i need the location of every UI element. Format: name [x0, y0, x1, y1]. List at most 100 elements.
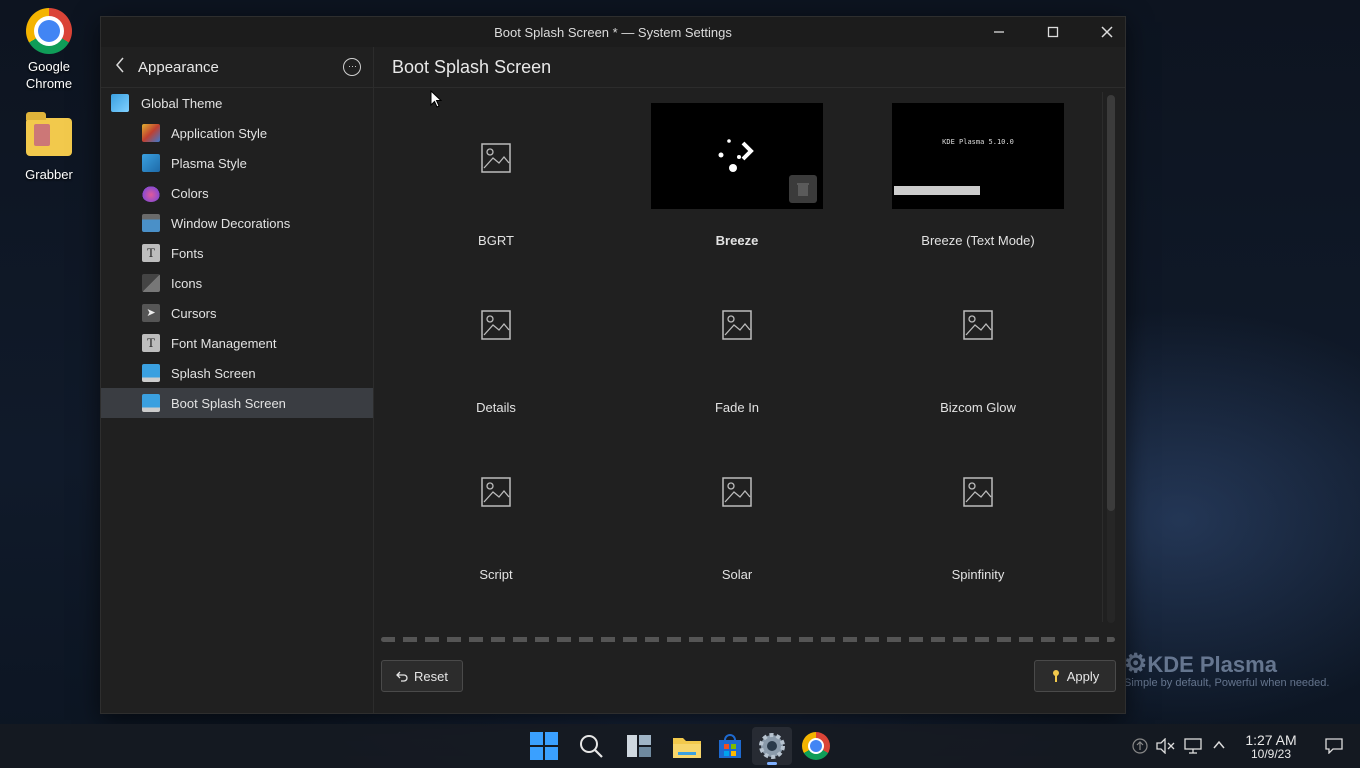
theme-tile-solar[interactable]: Solar — [615, 437, 815, 597]
desktop-icon-google-chrome[interactable]: Google Chrome — [9, 8, 89, 92]
more-options-icon[interactable]: ⋯ — [343, 58, 361, 76]
minimize-icon — [994, 31, 1004, 33]
system-settings-icon — [759, 733, 785, 759]
plasma-style-icon — [142, 154, 160, 172]
image-placeholder-icon — [481, 477, 511, 507]
sidebar-item-label: Application Style — [171, 126, 268, 141]
desktop-icon-label: Grabber — [25, 167, 73, 182]
file-explorer-icon[interactable] — [672, 732, 701, 760]
theme-label: BGRT — [478, 233, 514, 248]
chrome-icon[interactable] — [802, 732, 830, 760]
theme-tile-bgrt[interactable]: BGRT — [374, 103, 574, 263]
global-theme-icon — [111, 94, 129, 112]
window-decorations-icon — [142, 214, 160, 232]
tray-arrow-up-icon[interactable] — [1132, 738, 1148, 757]
sidebar-item-label: Colors — [171, 186, 209, 201]
sidebar-item-label: Fonts — [171, 246, 204, 261]
sidebar-item-global-theme[interactable]: Global Theme — [101, 88, 373, 118]
clock-date: 10/9/23 — [1250, 747, 1292, 761]
sidebar-item-window-decorations[interactable]: Window Decorations — [101, 208, 373, 238]
notification-icon[interactable] — [1325, 738, 1343, 757]
minimize-button[interactable] — [979, 17, 1019, 47]
application-style-icon — [142, 124, 160, 142]
chevron-left-icon — [116, 57, 124, 73]
cursors-icon: ➤ — [142, 304, 160, 322]
network-icon[interactable] — [1184, 738, 1202, 757]
key-icon — [1052, 670, 1059, 682]
theme-label: Fade In — [714, 400, 760, 415]
page-title: Boot Splash Screen — [392, 57, 552, 77]
theme-label: Details — [476, 400, 516, 415]
maximize-button[interactable] — [1033, 17, 1073, 47]
vertical-scrollbar[interactable] — [1107, 95, 1115, 511]
fonts-icon: T — [142, 244, 160, 262]
theme-tile-spinfinity[interactable]: Spinfinity — [856, 437, 1056, 597]
volume-muted-icon[interactable] — [1156, 737, 1176, 757]
sidebar-item-label: Splash Screen — [171, 366, 256, 381]
kde-plasma-watermark: ⚙KDE Plasma Simple by default, Powerful … — [1124, 648, 1330, 689]
theme-grid: BGRT Breeze KDE Plasma 5.10.0 Breeze (Te… — [374, 92, 1103, 622]
colors-icon — [142, 184, 160, 202]
sidebar-item-boot-splash-screen[interactable]: Boot Splash Screen — [101, 388, 373, 418]
sidebar-item-label: Font Management — [171, 336, 277, 351]
theme-tile-bizcom-glow[interactable]: Bizcom Glow — [856, 270, 1056, 430]
splash-screen-icon — [142, 364, 160, 382]
delete-theme-button[interactable] — [789, 175, 817, 203]
horizontal-scrollbar[interactable] — [381, 637, 1115, 642]
theme-tile-breeze[interactable]: Breeze — [615, 103, 823, 263]
sidebar-item-icons[interactable]: Icons — [101, 268, 373, 298]
theme-tile-fade-in[interactable]: Fade In — [615, 270, 815, 430]
desktop-icon-grabber[interactable]: Grabber — [9, 112, 89, 183]
image-placeholder-icon — [722, 477, 752, 507]
watermark-tagline: Simple by default, Powerful when needed. — [1124, 677, 1330, 689]
font-management-icon: T — [142, 334, 160, 352]
theme-label: Bizcom Glow — [940, 400, 1016, 415]
maximize-icon — [1047, 26, 1059, 38]
chevron-up-icon[interactable] — [1212, 738, 1226, 755]
theme-label: Breeze — [715, 233, 759, 248]
sidebar-item-label: Cursors — [171, 306, 217, 321]
theme-label: Breeze (Text Mode) — [921, 233, 1035, 248]
sidebar-title: Appearance — [138, 59, 219, 76]
theme-label: Script — [479, 567, 513, 582]
theme-tile-breeze-text-mode[interactable]: KDE Plasma 5.10.0 Breeze (Text Mode) — [856, 103, 1064, 263]
theme-tile-details[interactable]: Details — [374, 270, 574, 430]
title-bar[interactable]: Boot Splash Screen * — System Settings — [101, 17, 1125, 47]
reset-button[interactable]: Reset — [381, 660, 463, 692]
main-header: Boot Splash Screen — [374, 47, 1125, 88]
mouse-cursor-icon — [430, 90, 442, 108]
system-settings-window: Boot Splash Screen * — System Settings A… — [100, 16, 1126, 714]
clock[interactable]: 1:27 AM 10/9/23 — [1236, 732, 1306, 761]
sidebar: Appearance ⋯ Global Theme Application St… — [101, 47, 374, 713]
close-icon — [1101, 26, 1113, 38]
taskbar: 1:27 AM 10/9/23 — [0, 724, 1360, 768]
store-icon[interactable] — [716, 732, 744, 760]
back-button[interactable] — [115, 57, 125, 78]
sidebar-item-font-management[interactable]: T Font Management — [101, 328, 373, 358]
sidebar-item-splash-screen[interactable]: Splash Screen — [101, 358, 373, 388]
sidebar-item-plasma-style[interactable]: Plasma Style — [101, 148, 373, 178]
sidebar-item-colors[interactable]: Colors — [101, 178, 373, 208]
close-button[interactable] — [1087, 17, 1127, 47]
sidebar-item-label: Boot Splash Screen — [171, 396, 286, 411]
image-placeholder-icon — [963, 310, 993, 340]
sidebar-item-fonts[interactable]: T Fonts — [101, 238, 373, 268]
sidebar-list: Global Theme Application Style Plasma St… — [101, 88, 373, 418]
chrome-icon — [26, 8, 72, 54]
desktop-icon-label: Google Chrome — [25, 59, 73, 91]
sidebar-item-cursors[interactable]: ➤ Cursors — [101, 298, 373, 328]
task-view-icon[interactable] — [625, 732, 653, 760]
sidebar-item-application-style[interactable]: Application Style — [101, 118, 373, 148]
text-mode-progress-bar — [894, 186, 980, 195]
start-icon[interactable] — [530, 732, 558, 760]
sidebar-item-label: Global Theme — [141, 96, 223, 111]
text-mode-version: KDE Plasma 5.10.0 — [942, 138, 1014, 146]
apply-button[interactable]: Apply — [1034, 660, 1116, 692]
theme-tile-script[interactable]: Script — [374, 437, 574, 597]
image-placeholder-icon — [722, 310, 752, 340]
search-icon[interactable] — [577, 732, 605, 760]
image-placeholder-icon — [963, 477, 993, 507]
theme-label: Solar — [721, 567, 753, 582]
reset-label: Reset — [414, 668, 448, 684]
system-settings-taskbar-button[interactable] — [752, 727, 792, 765]
